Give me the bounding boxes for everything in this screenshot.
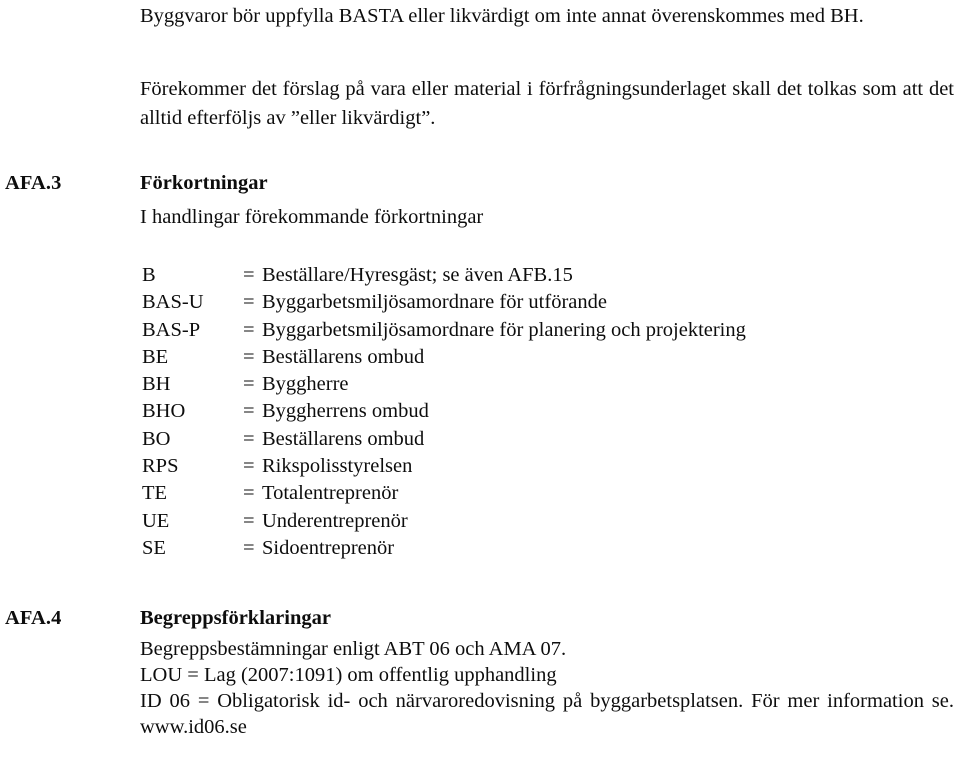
abbreviation-key: UE — [142, 509, 170, 532]
abbreviation-row: BAS-U = Byggarbetsmiljösamordnare för ut… — [142, 289, 942, 316]
abbreviation-value: Rikspolisstyrelsen — [262, 455, 413, 478]
equals-sign: = — [243, 400, 255, 423]
section-intro-forkortningar: I handlingar förekommande förkortningar — [140, 206, 484, 228]
section-heading-begreppsforklaringar: Begreppsförklaringar — [140, 607, 331, 629]
section-afa-4-content: Begreppsförklaringar — [140, 605, 955, 632]
abbreviation-row: B = Beställare/Hyresgäst; se även AFB.15 — [142, 262, 942, 289]
abbreviation-value: Byggarbetsmiljösamordnare för planering … — [262, 318, 746, 341]
section-heading-forkortningar: Förkortningar — [140, 172, 268, 194]
equals-sign: = — [243, 482, 255, 505]
abbreviation-value: Totalentreprenör — [262, 482, 399, 505]
line-begreppsbestammningar: Begreppsbestämningar enligt ABT 06 och A… — [140, 638, 567, 660]
abbreviation-value: Byggherrens ombud — [262, 400, 429, 423]
abbreviation-row: BO = Beställarens ombud — [142, 426, 942, 453]
abbreviation-list: B = Beställare/Hyresgäst; se även AFB.15… — [142, 262, 942, 562]
abbreviation-row: TE = Totalentreprenör — [142, 480, 942, 507]
abbreviation-value: Beställarens ombud — [262, 345, 425, 368]
abbreviation-value: Byggarbetsmiljösamordnare för utförande — [262, 291, 607, 314]
abbreviation-row: BAS-P = Byggarbetsmiljösamordnare för pl… — [142, 317, 942, 344]
section-afa-4-lines: Begreppsbestämningar enligt ABT 06 och A… — [140, 636, 954, 766]
abbreviation-value: Beställarens ombud — [262, 427, 425, 450]
abbreviation-key: BE — [142, 345, 169, 368]
abbreviation-row: BH = Byggherre — [142, 371, 942, 398]
line-lou: LOU = Lag (2007:1091) om offentlig uppha… — [140, 664, 557, 686]
line-id06: ID 06 = Obligatorisk id- och närvaroredo… — [140, 690, 954, 738]
abbreviation-key: TE — [142, 482, 168, 505]
abbreviation-row: RPS = Rikspolisstyrelsen — [142, 453, 942, 480]
equals-sign: = — [243, 509, 255, 532]
abbreviation-key: BHO — [142, 400, 186, 423]
equals-sign: = — [243, 373, 255, 396]
abbreviation-row: UE = Underentreprenör — [142, 508, 942, 535]
abbreviation-key: BAS-P — [142, 318, 201, 341]
equals-sign: = — [243, 264, 255, 286]
document-page: Byggvaror bör uppfylla BASTA eller likvä… — [0, 0, 960, 742]
section-code-afa-3: AFA.3 — [5, 172, 62, 194]
section-code-afa-4: AFA.4 — [5, 607, 62, 629]
abbreviation-value: Sidoentreprenör — [262, 536, 395, 559]
abbreviation-value: Beställare/Hyresgäst; se även AFB.15 — [262, 264, 573, 286]
equals-sign: = — [243, 345, 255, 368]
abbreviation-row: BHO = Byggherrens ombud — [142, 398, 942, 425]
paragraph-basta: Byggvaror bör uppfylla BASTA eller likvä… — [140, 5, 864, 27]
equals-sign: = — [243, 318, 255, 341]
abbreviation-key: SE — [142, 536, 166, 559]
equals-sign: = — [243, 427, 255, 450]
abbreviation-key: BH — [142, 373, 171, 396]
abbreviation-value: Byggherre — [262, 373, 349, 396]
abbreviation-row: SE = Sidoentreprenör — [142, 535, 942, 562]
paragraph-likvardigt: Förekommer det förslag på vara eller mat… — [140, 78, 954, 129]
abbreviation-row: BE = Beställarens ombud — [142, 344, 942, 371]
abbreviation-key: B — [142, 264, 156, 286]
section-afa-3-content: Förkortningar I handlingar förekommande … — [140, 170, 955, 231]
abbreviation-key: BAS-U — [142, 291, 204, 314]
equals-sign: = — [243, 291, 255, 314]
equals-sign: = — [243, 455, 255, 478]
abbreviation-key: RPS — [142, 455, 179, 478]
equals-sign: = — [243, 536, 255, 559]
abbreviation-value: Underentreprenör — [262, 509, 408, 532]
abbreviation-key: BO — [142, 427, 171, 450]
